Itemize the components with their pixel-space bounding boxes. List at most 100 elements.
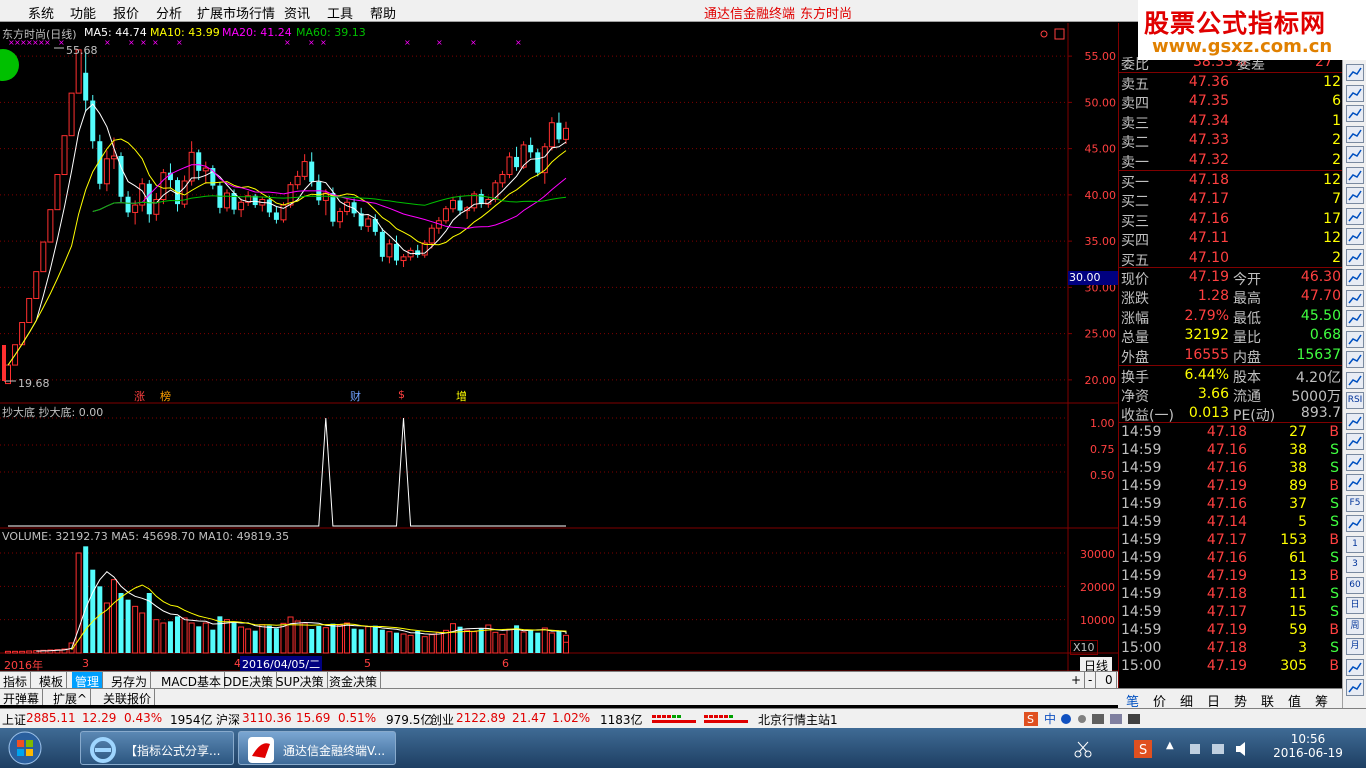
task-browser[interactable]: 【指标公式分享... xyxy=(80,731,234,765)
tick-trade-row[interactable]: 14:59 47.19 89 B xyxy=(1119,477,1342,496)
toolbar-button-日[interactable]: 日 xyxy=(1346,597,1364,614)
toolbar-button-RSI[interactable]: RSI xyxy=(1346,392,1364,409)
tray-expand-icon[interactable]: ▲ xyxy=(1166,740,1174,751)
stat-row[interactable]: 涨跌 1.28 最高 47.70 xyxy=(1119,287,1342,307)
toolbar-chart-icon[interactable] xyxy=(1346,84,1364,102)
toolbar-chart-icon[interactable] xyxy=(1346,166,1364,184)
buy-level-row[interactable]: 买二 47.17 7 xyxy=(1119,190,1342,210)
secondary-tab-1[interactable]: 扩展^ xyxy=(50,689,92,706)
secondary-tab-0[interactable]: 开弹幕 xyxy=(0,689,44,706)
sell-level-row[interactable]: 卖四 47.35 6 xyxy=(1119,92,1342,112)
indicator-tab-1[interactable]: 模板 xyxy=(36,672,68,689)
sell-level-row[interactable]: 卖五 47.36 12 xyxy=(1119,73,1342,93)
toolbar-button-60[interactable]: 60 xyxy=(1346,576,1364,594)
toolbar-button-F5[interactable]: F5 xyxy=(1346,494,1364,512)
indicator-tab-3[interactable]: 另存为 xyxy=(108,672,152,689)
menu-help[interactable]: 帮助 xyxy=(370,3,396,22)
fundamental-row[interactable]: 收益(一) 0.013 PE(动) 893.7 xyxy=(1119,404,1342,424)
stat-row[interactable]: 总量 32192 量比 0.68 xyxy=(1119,326,1342,346)
event-tag-limit-up[interactable]: 涨 xyxy=(134,388,145,404)
tick-trade-row[interactable]: 14:59 47.17 15 S xyxy=(1119,603,1342,622)
zoom-control-2[interactable]: 0 xyxy=(1102,672,1117,688)
toolbar-button-月[interactable]: 月 xyxy=(1346,638,1364,655)
toolbar-chart-icon[interactable] xyxy=(1346,105,1364,122)
buy-level-row[interactable]: 买四 47.11 12 xyxy=(1119,229,1342,249)
sell-level-row[interactable]: 卖一 47.32 2 xyxy=(1119,151,1342,171)
ind-tick-05: 0.50 xyxy=(1090,469,1115,482)
sell-level-row[interactable]: 卖二 47.33 2 xyxy=(1119,131,1342,151)
menu-analysis[interactable]: 分析 xyxy=(156,3,182,22)
toolbar-chart-icon[interactable] xyxy=(1346,658,1364,676)
toolbar-chart-icon[interactable] xyxy=(1346,453,1364,471)
toolbar-chart-icon[interactable] xyxy=(1346,269,1364,286)
menu-info[interactable]: 资讯 xyxy=(284,3,310,22)
chart-area[interactable]: × × × × × × × × × × × × × × × × × × × × 55.0050.0045.0040.0… xyxy=(0,23,1118,688)
toolbar-chart-icon[interactable] xyxy=(1346,146,1364,163)
tick-trade-row[interactable]: 14:59 47.16 38 S xyxy=(1119,441,1342,460)
toolbar-chart-icon[interactable] xyxy=(1346,330,1364,348)
stat-row[interactable]: 外盘 16555 内盘 15637 xyxy=(1119,346,1342,366)
tick-trade-row[interactable]: 14:59 47.14 5 S xyxy=(1119,513,1342,532)
fundamental-row[interactable]: 净资 3.66 流通 5000万 xyxy=(1119,385,1342,405)
menu-system[interactable]: 系统 xyxy=(28,3,54,22)
menu-tools[interactable]: 工具 xyxy=(327,3,353,22)
indicator-tab-7[interactable]: 资金决策 xyxy=(326,672,382,689)
buy-level-row[interactable]: 买一 47.18 12 xyxy=(1119,171,1342,191)
stat-row[interactable]: 现价 47.19 今开 46.30 xyxy=(1119,268,1342,288)
buy-level-row[interactable]: 买五 47.10 2 xyxy=(1119,249,1342,269)
buy-level-row[interactable]: 买三 47.16 17 xyxy=(1119,210,1342,230)
tick-trade-row[interactable]: 14:59 47.17 153 B xyxy=(1119,531,1342,550)
toolbar-chart-icon[interactable] xyxy=(1346,64,1364,81)
toolbar-chart-icon[interactable] xyxy=(1346,248,1364,266)
start-button[interactable] xyxy=(4,730,46,766)
tick-trade-row[interactable]: 15:00 47.18 3 S xyxy=(1119,639,1342,658)
clock[interactable]: 10:56 2016-06-19 xyxy=(1272,732,1344,760)
stat-row[interactable]: 涨幅 2.79% 最低 45.50 xyxy=(1119,307,1342,327)
toolbar-chart-icon[interactable] xyxy=(1346,474,1364,491)
event-tag-dividend[interactable]: $ xyxy=(398,388,405,401)
indicator-tab-6[interactable]: SUP决策 xyxy=(273,672,328,689)
fundamental-row[interactable]: 换手 6.44% 股本 4.20亿 xyxy=(1119,366,1342,386)
menu-extended-market[interactable]: 扩展市场行情 xyxy=(197,3,275,22)
sell-level-row[interactable]: 卖三 47.34 1 xyxy=(1119,112,1342,132)
indicator-tab-2[interactable]: 管理 xyxy=(72,672,104,689)
zoom-control-1[interactable]: - xyxy=(1085,672,1097,688)
tick-trade-row[interactable]: 14:59 47.18 27 B xyxy=(1119,423,1342,442)
secondary-tab-2[interactable]: 关联报价 xyxy=(100,689,156,706)
indicator-tab-0[interactable]: 指标 xyxy=(0,672,32,689)
toolbar-chart-icon[interactable] xyxy=(1346,228,1364,245)
toolbar-button-1[interactable]: 1 xyxy=(1346,535,1364,553)
toolbar-chart-icon[interactable] xyxy=(1346,433,1364,450)
toolbar-button-周[interactable]: 周 xyxy=(1346,617,1364,635)
toolbar-button-3[interactable]: 3 xyxy=(1346,556,1364,573)
tray-icons[interactable] xyxy=(1190,740,1260,761)
menu-function[interactable]: 功能 xyxy=(70,3,96,22)
indicator-tab-5[interactable]: DDE决策 xyxy=(220,672,278,689)
tick-trade-row[interactable]: 14:59 47.18 11 S xyxy=(1119,585,1342,604)
indicator-tab-4[interactable]: MACD基本 xyxy=(158,672,225,689)
tick-trade-row[interactable]: 15:00 47.19 305 B xyxy=(1119,657,1342,676)
sogou-tray-icon[interactable]: S xyxy=(1134,740,1152,761)
toolbar-chart-icon[interactable] xyxy=(1346,371,1364,389)
tick-trade-row[interactable]: 14:59 47.19 59 B xyxy=(1119,621,1342,640)
toolbar-chart-icon[interactable] xyxy=(1346,412,1364,430)
tick-trade-row[interactable]: 14:59 47.19 13 B xyxy=(1119,567,1342,586)
toolbar-chart-icon[interactable] xyxy=(1346,207,1364,225)
toolbar-chart-icon[interactable] xyxy=(1346,187,1364,204)
tick-trade-row[interactable]: 14:59 47.16 38 S xyxy=(1119,459,1342,478)
toolbar-chart-icon[interactable] xyxy=(1346,351,1364,368)
toolbar-chart-icon[interactable] xyxy=(1346,125,1364,143)
event-tag-finance[interactable]: 财 xyxy=(350,388,361,404)
menu-quote[interactable]: 报价 xyxy=(113,3,139,22)
zoom-control-0[interactable]: + xyxy=(1068,672,1086,688)
task-tdx[interactable]: 通达信金融终端V... xyxy=(238,731,396,765)
toolbar-chart-icon[interactable] xyxy=(1346,515,1364,532)
toolbar-chart-icon[interactable] xyxy=(1346,289,1364,307)
toolbar-chart-icon[interactable] xyxy=(1346,679,1364,696)
tick-trade-row[interactable]: 14:59 47.16 61 S xyxy=(1119,549,1342,568)
tick-trade-row[interactable]: 14:59 47.16 37 S xyxy=(1119,495,1342,514)
event-tag-list[interactable]: 榜 xyxy=(160,388,171,404)
event-tag-increase[interactable]: 增 xyxy=(456,388,467,404)
toolbar-chart-icon[interactable] xyxy=(1346,310,1364,327)
scissors-icon[interactable] xyxy=(1074,740,1092,761)
